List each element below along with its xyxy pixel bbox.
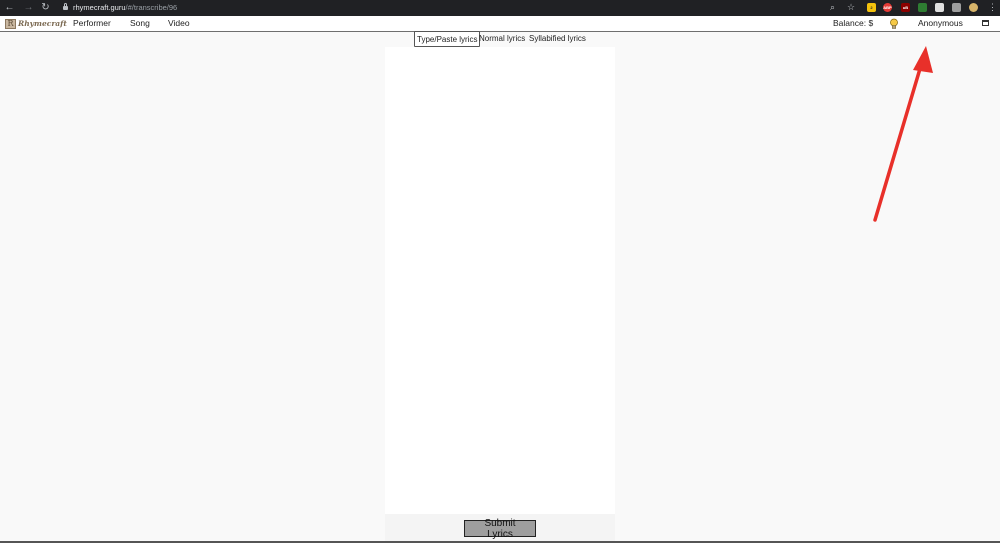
arrow-head bbox=[913, 46, 933, 73]
back-arrow-icon[interactable]: ← bbox=[4, 2, 15, 13]
forward-arrow-icon[interactable]: → bbox=[23, 2, 34, 13]
menu-song[interactable]: Song bbox=[130, 18, 150, 29]
app-header: R Rhymecraft Performer Song Video Balanc… bbox=[0, 16, 1000, 32]
puzzle-extension-icon[interactable] bbox=[952, 3, 961, 12]
balance-label: Balance: $ bbox=[833, 18, 874, 28]
tab-type-paste-lyrics[interactable]: Type/Paste lyrics bbox=[414, 31, 481, 47]
window-toggle-icon[interactable] bbox=[982, 20, 989, 26]
logo-text: Rhymecraft bbox=[18, 19, 67, 28]
bookmark-star-icon[interactable]: ☆ bbox=[847, 2, 855, 13]
tab-syllabified-lyrics[interactable]: Syllabified lyrics bbox=[527, 31, 588, 47]
lock-icon[interactable] bbox=[63, 3, 68, 10]
address-bar[interactable]: rhymecraft.guru/#/transcribe/96 bbox=[73, 3, 177, 12]
adblock-plus-extension-icon[interactable]: ABP bbox=[883, 3, 892, 12]
zoom-icon[interactable]: ⌕ bbox=[830, 2, 835, 13]
lyrics-textarea[interactable] bbox=[385, 47, 615, 514]
lightbulb-icon[interactable] bbox=[889, 18, 899, 30]
tab-normal-lyrics[interactable]: Normal lyrics bbox=[477, 31, 527, 47]
sticky-note-extension-icon[interactable]: 2 bbox=[867, 3, 876, 12]
user-menu[interactable]: Anonymous bbox=[918, 18, 963, 29]
shield-extension-icon[interactable] bbox=[918, 3, 927, 12]
ublock-extension-icon[interactable]: uB bbox=[901, 3, 910, 12]
reload-icon[interactable]: ↻ bbox=[40, 2, 51, 13]
profile-avatar-icon[interactable] bbox=[969, 3, 978, 12]
url-path: /#/transcribe/96 bbox=[125, 3, 178, 12]
site-logo[interactable]: R Rhymecraft bbox=[5, 18, 67, 29]
annotation-arrow-icon bbox=[873, 46, 933, 222]
url-host: rhymecraft.guru bbox=[73, 3, 126, 12]
menu-performer[interactable]: Performer bbox=[73, 18, 111, 29]
browser-menu-icon[interactable]: ⋮ bbox=[988, 2, 997, 13]
submit-lyrics-button[interactable]: Submit Lyrics bbox=[464, 518, 536, 540]
logo-mark: R bbox=[5, 18, 16, 29]
browser-toolbar: ← → ↻ rhymecraft.guru/#/transcribe/96 ⌕ … bbox=[0, 0, 1000, 16]
extension-icon[interactable] bbox=[935, 3, 944, 12]
menu-video[interactable]: Video bbox=[168, 18, 190, 29]
arrow-shaft bbox=[873, 60, 924, 222]
